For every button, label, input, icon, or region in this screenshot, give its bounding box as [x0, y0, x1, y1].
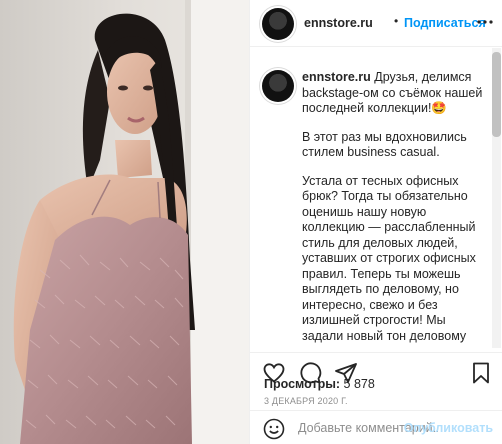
views-count[interactable]: Просмотры: 5 878 — [264, 377, 375, 391]
follow-button[interactable]: Подписаться — [404, 16, 486, 30]
post-caption: ennstore.ru Друзья, делимся backstage-ом… — [302, 70, 488, 348]
publish-button[interactable]: Опубликовать — [404, 421, 493, 435]
caption-area: ennstore.ru Друзья, делимся backstage-ом… — [250, 48, 502, 348]
caption-avatar[interactable] — [262, 70, 294, 102]
author-username[interactable]: ennstore.ru — [304, 16, 373, 30]
post-header: ennstore.ru • Подписаться — [250, 0, 502, 47]
more-horizontal-icon[interactable] — [475, 12, 495, 37]
post-date[interactable]: 3 ДЕКАБРЯ 2020 Г. — [264, 396, 348, 406]
caption-paragraph-3: Устала от тесных офисных брюк? Тогда ты … — [302, 173, 476, 349]
post-sidebar: ennstore.ru • Подписаться ennstore.ru Др… — [249, 0, 502, 444]
instagram-post-modal: ennstore.ru • Подписаться ennstore.ru Др… — [0, 0, 502, 444]
comment-bar: Опубликовать — [250, 410, 502, 444]
post-photo[interactable] — [0, 0, 249, 444]
photo-illustration — [0, 0, 249, 444]
caption-username[interactable]: ennstore.ru — [302, 70, 371, 84]
caption-paragraph-2: В этот раз мы вдохновились стилем busine… — [302, 129, 467, 160]
views-label: Просмотры: — [264, 377, 341, 391]
caption-scrollbar-thumb[interactable] — [492, 52, 501, 137]
header-separator: • — [394, 14, 399, 28]
views-value: 5 878 — [343, 377, 375, 391]
bookmark-icon[interactable] — [469, 361, 493, 385]
author-avatar[interactable] — [262, 8, 294, 40]
smile-icon[interactable] — [263, 418, 285, 440]
